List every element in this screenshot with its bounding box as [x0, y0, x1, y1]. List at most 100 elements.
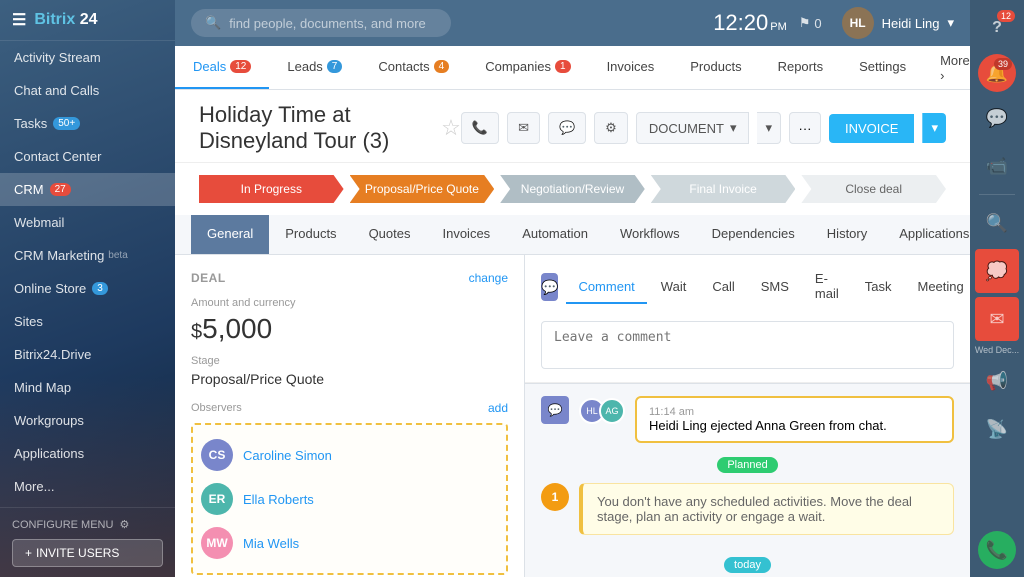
sidebar-item-activity-stream[interactable]: Activity Stream	[0, 41, 175, 74]
sidebar-item-chat-calls[interactable]: Chat and Calls	[0, 74, 175, 107]
logo-text: Bitrix 24	[34, 11, 97, 29]
tab-companies[interactable]: Companies 1	[467, 46, 588, 89]
sidebar-item-mind-map[interactable]: Mind Map	[0, 371, 175, 404]
sidebar-item-workgroups[interactable]: Workgroups	[0, 404, 175, 437]
chat-icon: 💬	[986, 108, 1008, 129]
chat2-icon-button[interactable]: 💭	[975, 249, 1019, 293]
stage-label: Close deal	[845, 182, 902, 196]
today-badge-row: today	[541, 553, 954, 577]
notifications-icon-button[interactable]: 🔔 39	[978, 54, 1016, 92]
crm-marketing-badge: beta	[108, 250, 127, 261]
tab-label: Deals	[193, 59, 226, 74]
help-icon-button[interactable]: ? 12	[975, 6, 1019, 50]
observer-caroline[interactable]: CS Caroline Simon	[201, 433, 498, 477]
sub-tab-general[interactable]: General	[191, 215, 269, 254]
change-link[interactable]: change	[469, 271, 508, 285]
header-user[interactable]: HL Heidi Ling ▾	[842, 7, 954, 39]
sidebar-item-bitrix24-drive[interactable]: Bitrix24.Drive	[0, 338, 175, 371]
comment-tab-task[interactable]: Task	[853, 271, 904, 304]
sub-tab-workflows[interactable]: Workflows	[604, 215, 696, 254]
settings-action-button[interactable]: ⚙	[594, 112, 628, 144]
tab-invoices[interactable]: Invoices	[589, 46, 673, 89]
tab-products[interactable]: Products	[672, 46, 759, 89]
plus-icon: +	[25, 546, 32, 560]
stage-label: In Progress	[241, 182, 302, 196]
sidebar-item-sites[interactable]: Sites	[0, 305, 175, 338]
email-action-button[interactable]: ✉	[507, 112, 540, 144]
document-button-arrow[interactable]: ▾	[757, 112, 781, 144]
hamburger-menu[interactable]: ☰	[12, 10, 26, 30]
observer-mia[interactable]: MW Mia Wells	[201, 521, 498, 565]
sidebar-item-crm[interactable]: CRM 27	[0, 173, 175, 206]
sidebar-item-webmail[interactable]: Webmail	[0, 206, 175, 239]
comment-input-area	[525, 311, 970, 383]
sidebar-item-tasks[interactable]: Tasks 50+	[0, 107, 175, 140]
right-panel: 💬 Comment Wait Call SMS	[525, 255, 970, 577]
activity-avatars-group: HL AG	[579, 398, 625, 424]
star-icon[interactable]: ☆	[441, 115, 461, 141]
document-button[interactable]: DOCUMENT ▾	[636, 112, 750, 144]
tab-deals[interactable]: Deals 12	[175, 46, 269, 89]
stage-negotiation[interactable]: Negotiation/Review	[500, 175, 645, 203]
tab-more[interactable]: More ›	[924, 46, 970, 89]
sidebar-item-contact-center[interactable]: Contact Center	[0, 140, 175, 173]
phone-action-button[interactable]: 📞	[461, 112, 499, 144]
gear-icon: ⚙	[605, 120, 617, 136]
sub-tab-automation[interactable]: Automation	[506, 215, 604, 254]
sidebar-item-online-store[interactable]: Online Store 3	[0, 272, 175, 305]
comment-tab-wait[interactable]: Wait	[649, 271, 699, 304]
comment-tab-email[interactable]: E-mail	[803, 263, 851, 311]
search-icon-button[interactable]: 🔍	[975, 201, 1019, 245]
comment-tab-call[interactable]: Call	[700, 271, 746, 304]
tab-settings[interactable]: Settings	[841, 46, 924, 89]
sub-tab-applications[interactable]: Applications	[883, 215, 970, 254]
sub-tab-invoices[interactable]: Invoices	[426, 215, 506, 254]
comment-textarea[interactable]	[541, 321, 954, 369]
phone-call-button[interactable]: 📞	[978, 531, 1016, 569]
comment-tab-comment[interactable]: Comment	[566, 271, 646, 304]
mail-icon: ✉	[989, 309, 1004, 330]
chevron-down-icon: ▾	[947, 15, 954, 31]
tab-contacts[interactable]: Contacts 4	[360, 46, 467, 89]
phone-icon: 📞	[986, 540, 1008, 561]
video-icon-button[interactable]: 📹	[975, 144, 1019, 188]
megaphone-icon-button[interactable]: 📢	[975, 359, 1019, 403]
sub-tab-products[interactable]: Products	[269, 215, 352, 254]
broadcast-icon-button[interactable]: 📡	[975, 407, 1019, 451]
clock: 12:20 PM	[713, 10, 787, 36]
more-action-button[interactable]: ···	[789, 112, 821, 144]
sidebar-item-label: Mind Map	[14, 380, 71, 395]
sidebar-item-crm-marketing[interactable]: CRM Marketing beta	[0, 239, 175, 272]
chat-action-button[interactable]: 💬	[548, 112, 586, 144]
activity-avatar-2: AG	[599, 398, 625, 424]
tab-leads[interactable]: Leads 7	[269, 46, 360, 89]
stage-final-invoice[interactable]: Final Invoice	[651, 175, 796, 203]
search-input[interactable]	[229, 16, 429, 31]
add-observer-link[interactable]: add	[488, 401, 508, 415]
sub-tab-quotes[interactable]: Quotes	[353, 215, 427, 254]
mail-icon-button[interactable]: ✉	[975, 297, 1019, 341]
sub-tab-history[interactable]: History	[811, 215, 883, 254]
invoice-button[interactable]: INVOICE	[829, 114, 914, 143]
observer-avatar-ella: ER	[201, 483, 233, 515]
deal-section-header: DEAL change	[191, 271, 508, 285]
sidebar-item-more[interactable]: More...	[0, 470, 175, 503]
sub-tab-dependencies[interactable]: Dependencies	[696, 215, 811, 254]
tab-label: Contacts	[378, 59, 429, 74]
invite-users-button[interactable]: + INVITE USERS	[12, 539, 163, 567]
activity-text: Heidi Ling ejected Anna Green from chat.	[649, 418, 887, 433]
comment-tab-sms[interactable]: SMS	[749, 271, 801, 304]
notifications-badge: 39	[994, 58, 1012, 70]
stage-close-deal[interactable]: Close deal	[801, 175, 946, 203]
configure-menu[interactable]: CONFIGURE MENU ⚙	[12, 518, 163, 531]
stage-in-progress[interactable]: In Progress	[199, 175, 344, 203]
search-box[interactable]: 🔍	[191, 9, 451, 37]
tab-reports[interactable]: Reports	[760, 46, 842, 89]
observer-ella[interactable]: ER Ella Roberts	[201, 477, 498, 521]
invoice-button-arrow[interactable]: ▾	[922, 113, 946, 143]
comment-tab-meeting[interactable]: Meeting	[905, 271, 970, 304]
sidebar-item-applications[interactable]: Applications	[0, 437, 175, 470]
stage-proposal[interactable]: Proposal/Price Quote	[350, 175, 495, 203]
main-content: 🔍 12:20 PM ⚑ 0 HL Heidi Ling ▾ Dea	[175, 0, 970, 577]
chat-icon-button[interactable]: 💬	[975, 96, 1019, 140]
